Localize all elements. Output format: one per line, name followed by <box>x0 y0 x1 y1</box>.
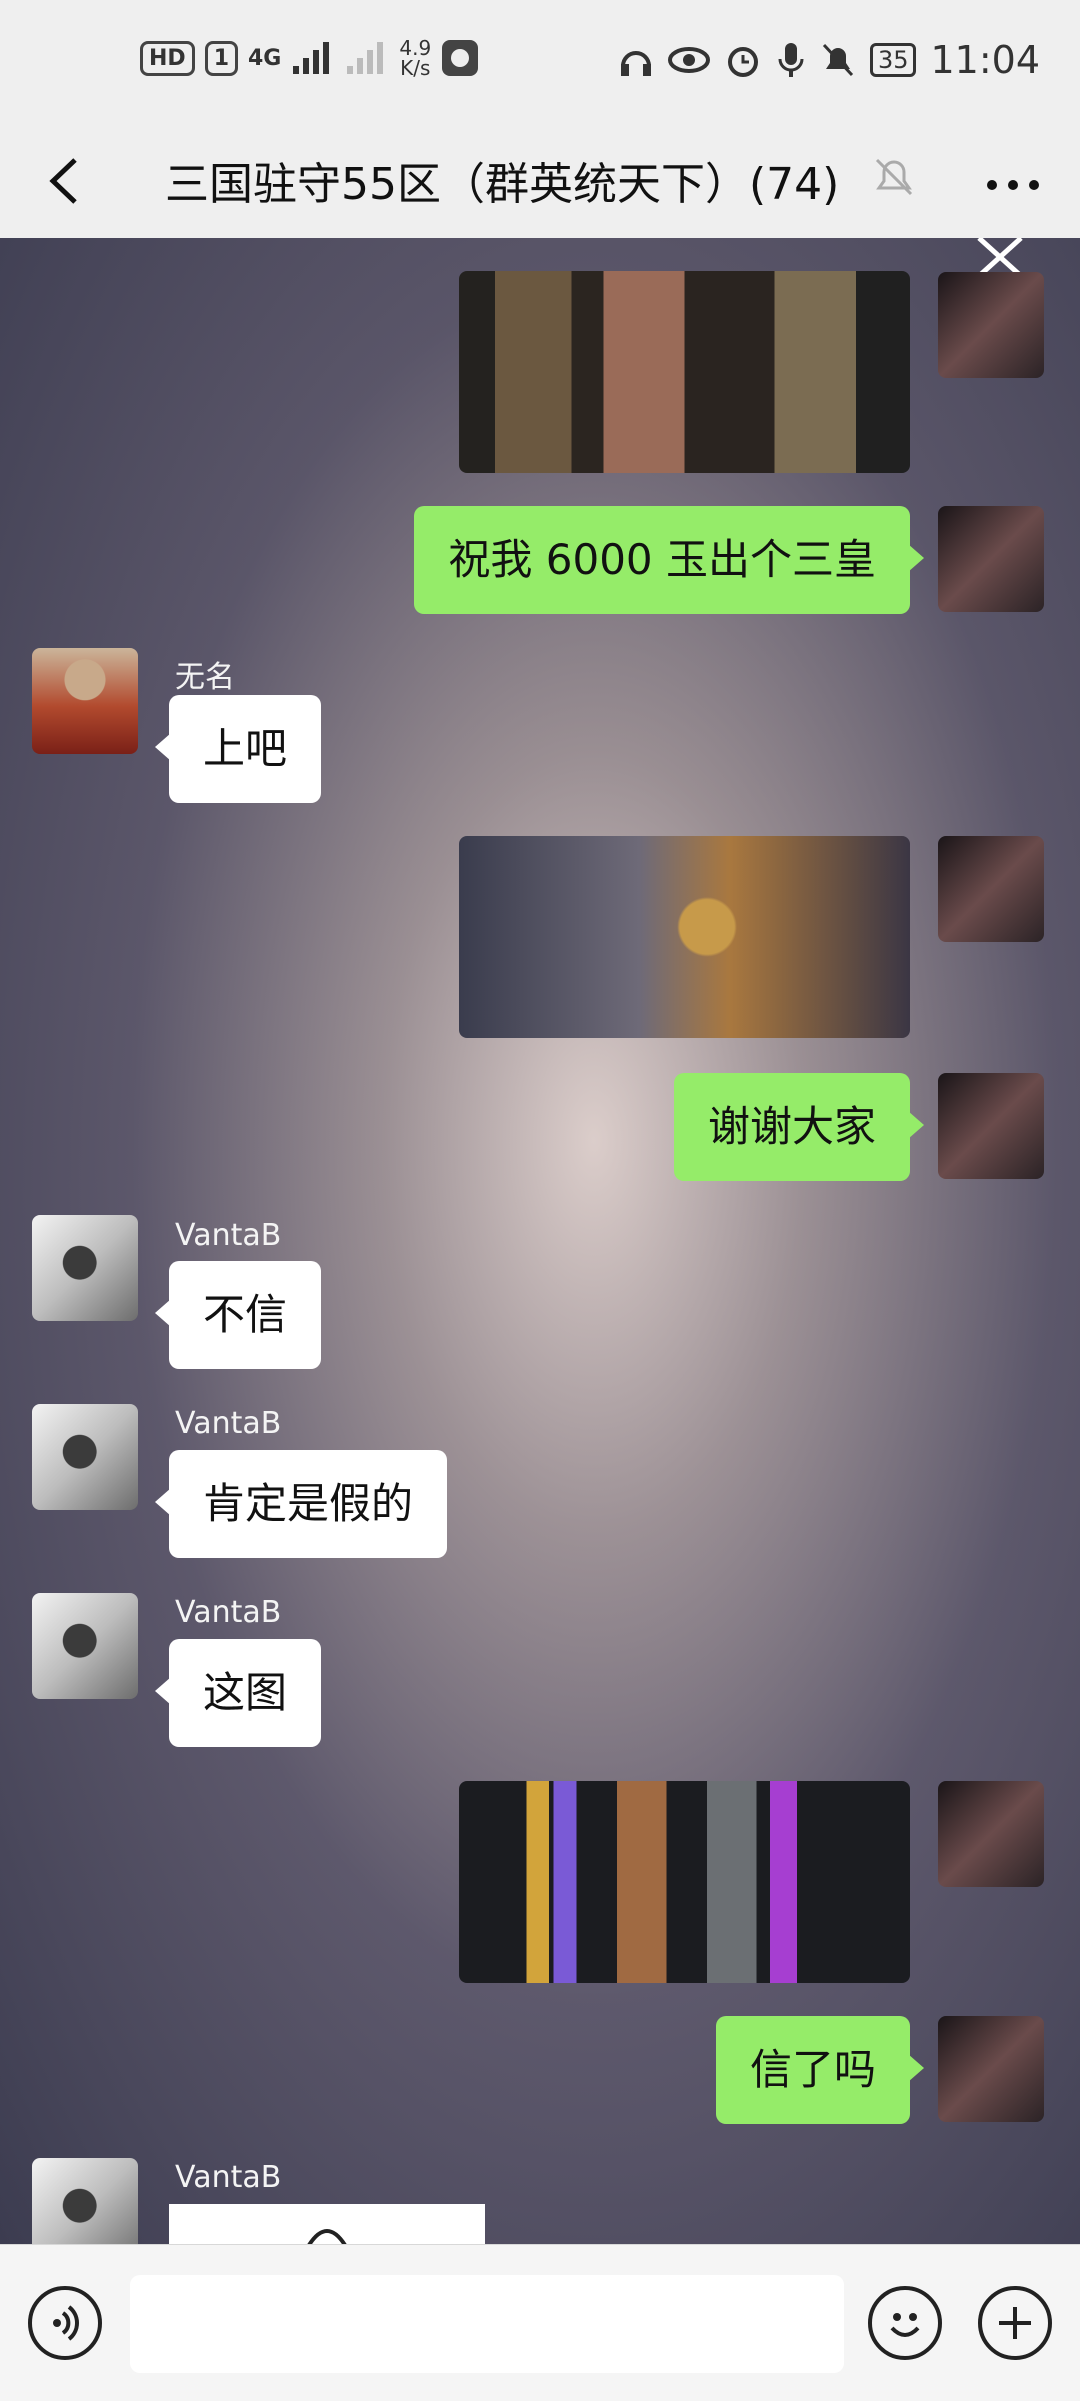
status-bar: HD 1 4G 4.9 K/s 35 11:04 <box>0 0 1080 128</box>
headphone-icon <box>620 51 651 76</box>
avatar[interactable] <box>32 1593 138 1699</box>
sim-badge: 1 <box>204 40 238 76</box>
hd-badge: HD <box>140 40 195 76</box>
app-notification-icon <box>442 40 479 76</box>
avatar[interactable] <box>938 1073 1044 1179</box>
message-bubble[interactable]: 祝我 6000 玉出个三皇 <box>414 506 924 614</box>
sender-name: VantaB <box>175 1218 282 1253</box>
more-button[interactable] <box>978 150 1048 220</box>
sender-name: VantaB <box>175 2160 282 2195</box>
plus-icon <box>999 2307 1031 2339</box>
mute-indicator <box>873 154 915 204</box>
emoji-icon <box>890 2313 920 2337</box>
net-speed-value: 4.9 <box>399 36 432 60</box>
sender-name: VantaB <box>175 1406 282 1441</box>
eye-icon <box>667 47 710 73</box>
emoji-button[interactable] <box>868 2286 942 2360</box>
message-bubble[interactable]: 肯定是假的 <box>154 1450 448 1558</box>
status-left: HD 1 4G 4.9 K/s <box>140 38 479 78</box>
avatar[interactable] <box>32 1215 138 1321</box>
avatar[interactable] <box>938 836 1044 942</box>
plus-button[interactable] <box>978 2286 1052 2360</box>
image-message[interactable] <box>459 836 910 1038</box>
message-bubble[interactable]: 这图 <box>154 1639 322 1747</box>
back-button[interactable] <box>30 146 100 216</box>
message-bubble[interactable]: 信了吗 <box>715 2016 925 2124</box>
mic-icon <box>778 43 804 77</box>
voice-button[interactable] <box>28 2286 102 2360</box>
avatar[interactable] <box>938 2016 1044 2122</box>
chat-area[interactable]: 祝我 6000 玉出个三皇 无名 上吧 谢谢大家 VantaB 不信 Vanta… <box>0 238 1080 2244</box>
avatar[interactable] <box>938 506 1044 612</box>
clock: 11:04 <box>930 38 1040 82</box>
network-type: 4G <box>248 45 282 71</box>
bell-off-icon <box>875 158 913 196</box>
input-bar <box>0 2244 1080 2401</box>
avatar[interactable] <box>32 2158 138 2244</box>
avatar[interactable] <box>32 1404 138 1510</box>
bell-off-status-icon <box>822 43 854 77</box>
chat-title: 三国驻守55区（群英统天下）(74) <box>165 159 840 210</box>
message-bubble[interactable]: 谢谢大家 <box>673 1073 925 1181</box>
message-bubble[interactable]: 不信 <box>154 1261 322 1369</box>
net-speed: 4.9 K/s <box>399 38 431 78</box>
signal-2-icon <box>347 42 384 74</box>
avatar[interactable] <box>938 272 1044 378</box>
alarm-icon <box>727 47 758 77</box>
message-input[interactable] <box>130 2275 844 2373</box>
image-message[interactable] <box>459 271 910 473</box>
ellipsis-icon <box>987 180 1039 190</box>
image-message[interactable] <box>459 1781 910 1983</box>
avatar[interactable] <box>938 1781 1044 1887</box>
chat-header: 三国驻守55区（群英统天下）(74) <box>0 128 1080 238</box>
message-bubble[interactable]: 上吧 <box>154 695 322 803</box>
status-right: 35 11:04 <box>618 38 1040 82</box>
chevron-left-icon <box>49 158 77 204</box>
battery-icon: 35 <box>869 43 917 77</box>
net-speed-unit: K/s <box>400 56 431 80</box>
voice-icon <box>53 2305 79 2341</box>
signal-icon <box>293 42 330 74</box>
sender-name: VantaB <box>175 1595 282 1630</box>
sender-name: 无名 <box>175 660 235 695</box>
sticker-face-icon <box>307 2229 347 2244</box>
sticker-message[interactable] <box>169 2204 485 2244</box>
avatar[interactable] <box>32 648 138 754</box>
battery-level: 35 <box>877 46 909 74</box>
